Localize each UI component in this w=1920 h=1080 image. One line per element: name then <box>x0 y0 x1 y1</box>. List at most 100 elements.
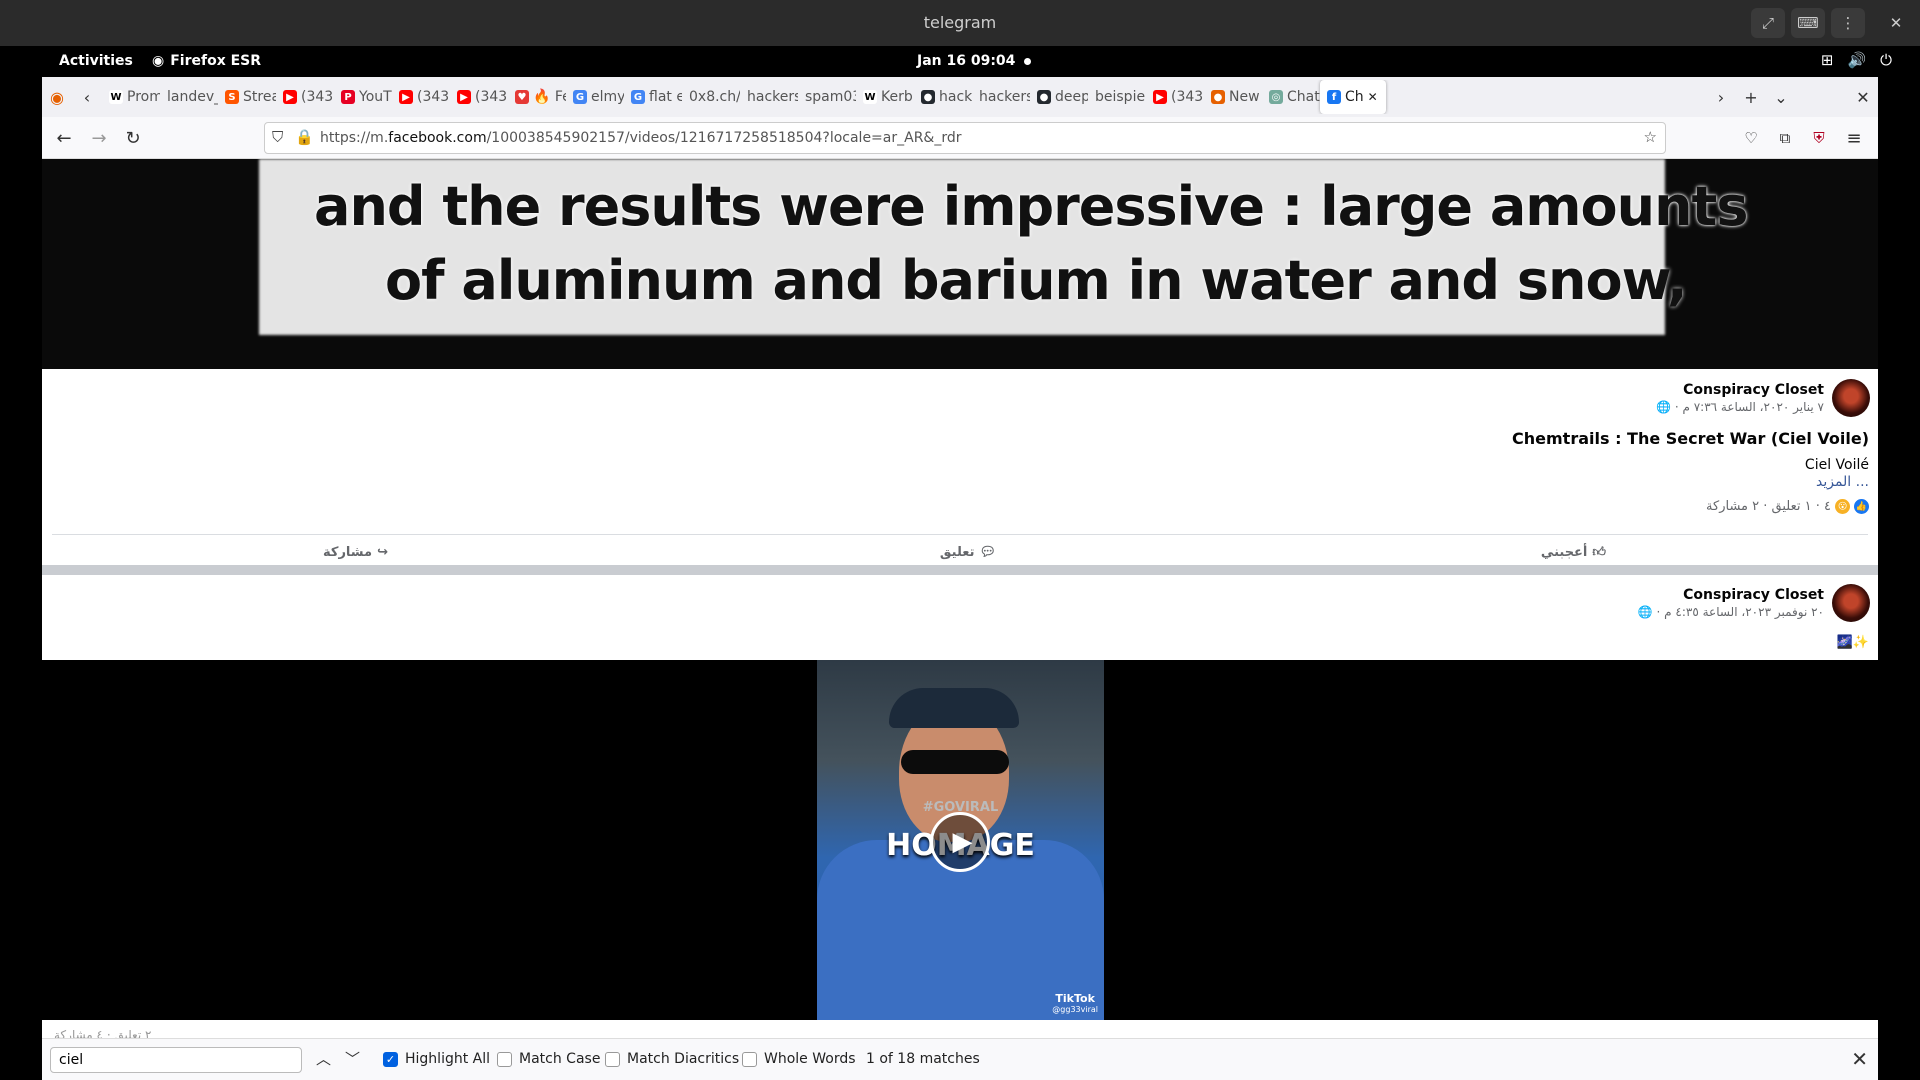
avatar[interactable] <box>1832 379 1870 417</box>
post-stats[interactable]: 👍 😮 ٤ · ١ تعليق · ٢ مشاركة <box>1706 499 1869 514</box>
pocket-icon[interactable]: ♡ <box>1736 123 1766 153</box>
post-author[interactable]: Conspiracy Closet <box>1683 587 1824 603</box>
checkbox-checked-icon: ✓ <box>383 1051 398 1067</box>
browser-tab[interactable]: ● deep <box>1030 80 1088 114</box>
ublock-icon[interactable]: ⛨ <box>1804 123 1834 153</box>
share-button[interactable]: ↪ مشاركة <box>323 545 388 560</box>
post-card-partial: ٢ تعليق · ٤ مشاركة <box>42 1020 1878 1038</box>
keyboard-icon[interactable]: ⌨ <box>1791 8 1825 38</box>
close-window-icon[interactable]: ✕ <box>1848 82 1878 112</box>
browser-tab[interactable]: ♥ 🔥 Fe <box>508 80 566 114</box>
fullscreen-icon[interactable]: ⤢ <box>1751 8 1785 38</box>
tab-label: Strea <box>243 89 276 105</box>
activities-button[interactable]: Activities <box>59 53 133 69</box>
tab-label: beispiel <box>1095 89 1146 105</box>
browser-tab[interactable]: Gelmy <box>566 80 624 114</box>
comment-icon: 💬︎ <box>979 545 996 560</box>
extensions-icon[interactable]: ⧉ <box>1770 123 1800 153</box>
highlight-all-label: Highlight All <box>405 1051 491 1067</box>
post-author[interactable]: Conspiracy Closet <box>1683 382 1824 398</box>
video-player-tiktok[interactable]: #GOVIRAL HOMAGE ▶ TikTok @gg33viral <box>817 660 1104 1020</box>
clock[interactable]: Jan 16 09:04 <box>917 53 1015 69</box>
browser-tab[interactable]: ◎ Chat <box>1262 80 1320 114</box>
hamburger-menu-icon[interactable]: ≡ <box>1839 123 1869 153</box>
nav-bar: ← → ↻ ⛉ 🔒 https://m.facebook.com/1000385… <box>42 117 1878 159</box>
notification-dot <box>1024 58 1031 65</box>
browser-tab[interactable]: W Kerb <box>856 80 914 114</box>
scroll-tabs-left-icon[interactable]: ‹ <box>72 82 102 112</box>
back-icon[interactable]: ← <box>49 123 79 153</box>
video-thumbnail-cap <box>889 688 1019 728</box>
tab-label: YouT <box>359 89 392 105</box>
see-more-link[interactable]: ... المزيد <box>1816 474 1869 490</box>
window-close-icon[interactable]: ✕ <box>1879 8 1913 38</box>
browser-tab[interactable]: P YouT <box>334 80 392 114</box>
app-name: Firefox ESR <box>170 53 262 69</box>
find-previous-icon[interactable]: ︿ <box>316 1048 331 1069</box>
reload-icon[interactable]: ↻ <box>118 123 148 153</box>
lock-icon[interactable]: 🔒 <box>295 128 314 146</box>
whole-words-checkbox[interactable]: Whole Words <box>742 1051 856 1067</box>
firefox-view-icon[interactable]: ◉ <box>42 82 72 112</box>
video-caption-line-1: and the results were impressive : large … <box>314 175 1748 238</box>
browser-tab[interactable]: 0x8.ch/ <box>682 80 740 114</box>
post-stats-text: ٤ · ١ تعليق · ٢ مشاركة <box>1706 499 1831 514</box>
match-diacritics-checkbox[interactable]: Match Diacritics <box>605 1051 739 1067</box>
tab-label: Prom <box>127 89 160 105</box>
scroll-tabs-right-icon[interactable]: › <box>1706 82 1736 112</box>
find-input[interactable] <box>50 1047 302 1073</box>
avatar[interactable] <box>1832 584 1870 622</box>
browser-tab-active[interactable]: f Ch ✕ <box>1320 80 1386 114</box>
tab-label: 🔥 Fe <box>533 89 566 105</box>
post-timestamp[interactable]: ٢٠ نوفمبر ٢٠٢٣، الساعة ٤:٣٥ م · 🌐 <box>1638 605 1824 619</box>
browser-tab[interactable]: Gflat e <box>624 80 682 114</box>
tab-favicon-icon: S <box>225 90 239 104</box>
browser-tab[interactable]: spam03 <box>798 80 856 114</box>
new-tab-icon[interactable]: + <box>1736 82 1766 112</box>
tab-label: hack <box>939 89 972 105</box>
browser-tab[interactable]: S Strea <box>218 80 276 114</box>
find-next-icon[interactable]: ﹀ <box>345 1048 360 1069</box>
tab-favicon-icon: ◎ <box>1269 90 1283 104</box>
tab-label: (343 <box>417 89 450 105</box>
url-text[interactable]: https://m.facebook.com/100038545902157/v… <box>320 130 962 146</box>
tab-label: Ch <box>1345 89 1364 105</box>
post-card: Conspiracy Closet ٧ يناير ٢٠٢٠، الساعة ٧… <box>42 369 1878 565</box>
browser-tab[interactable]: hackers <box>972 80 1030 114</box>
system-tray[interactable]: ⊞ 🔊 ⏻ <box>1821 51 1892 69</box>
browser-tab[interactable]: beispiel <box>1088 80 1146 114</box>
like-button[interactable]: 👍︎ أعجبني <box>1541 545 1606 560</box>
browser-tab[interactable]: ▶ (343 <box>450 80 508 114</box>
browser-tab[interactable]: W Prom <box>102 80 160 114</box>
app-menu[interactable]: ◉ Firefox ESR <box>152 53 261 69</box>
forward-icon[interactable]: → <box>84 123 114 153</box>
share-icon: ↪ <box>377 545 388 560</box>
video-player-top[interactable]: and the results were impressive : large … <box>42 159 1878 369</box>
bookmark-star-icon[interactable]: ☆ <box>1644 128 1657 146</box>
post-timestamp[interactable]: ٧ يناير ٢٠٢٠، الساعة ٧:٣٦ م · 🌐 <box>1656 400 1824 414</box>
tab-favicon-icon: G <box>573 90 587 104</box>
tab-label: landev_ <box>167 89 218 105</box>
url-bar[interactable]: ⛉ 🔒 https://m.facebook.com/1000385459021… <box>264 122 1666 154</box>
highlight-all-checkbox[interactable]: ✓ Highlight All <box>383 1051 490 1067</box>
match-case-checkbox[interactable]: Match Case <box>497 1051 600 1067</box>
match-case-label: Match Case <box>519 1051 601 1067</box>
browser-tab[interactable]: ● New <box>1204 80 1262 114</box>
browser-tab[interactable]: hackers <box>740 80 798 114</box>
tab-favicon-icon: W <box>863 90 877 104</box>
browser-tab[interactable]: ▶ (343 <box>1146 80 1204 114</box>
window-menu-icon[interactable]: ⋮ <box>1831 8 1865 38</box>
browser-tab[interactable]: ▶ (343 <box>276 80 334 114</box>
browser-tab[interactable]: ● hack <box>914 80 972 114</box>
comment-button[interactable]: 💬︎ تعليق <box>940 545 996 560</box>
list-all-tabs-icon[interactable]: ⌄ <box>1766 82 1796 112</box>
video-thumbnail-glasses <box>901 750 1009 774</box>
close-find-bar-icon[interactable]: ✕ <box>1851 1047 1868 1071</box>
close-tab-icon[interactable]: ✕ <box>1368 90 1378 104</box>
checkbox-empty-icon <box>497 1051 512 1067</box>
play-icon[interactable]: ▶ <box>930 812 990 872</box>
tab-label: elmy <box>591 89 624 105</box>
browser-tab[interactable]: landev_ <box>160 80 218 114</box>
browser-tab[interactable]: ▶ (343 <box>392 80 450 114</box>
shield-icon[interactable]: ⛉ <box>272 128 283 146</box>
